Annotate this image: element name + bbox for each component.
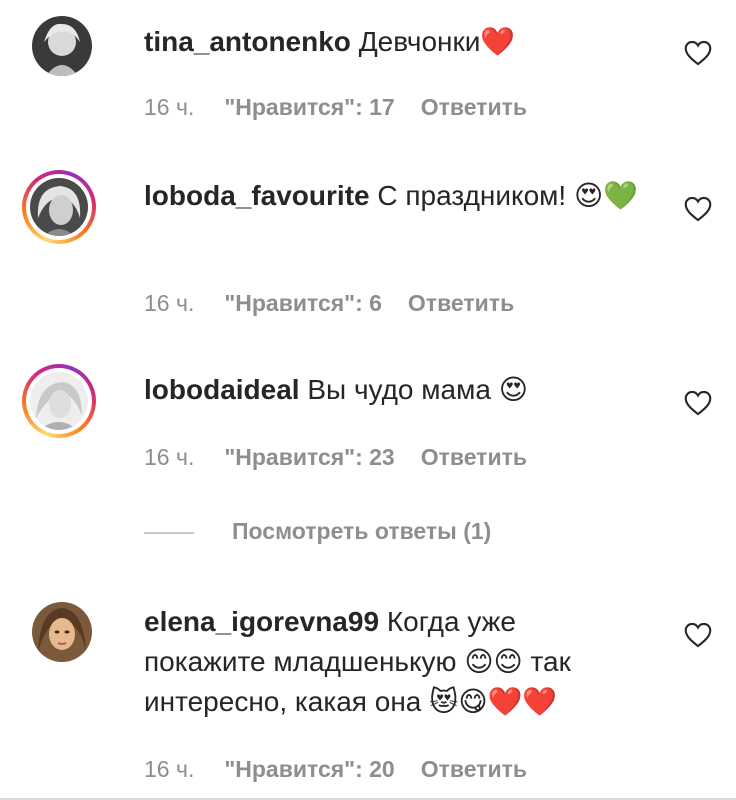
- reply-button[interactable]: Ответить: [421, 94, 527, 120]
- comment-likes[interactable]: "Нравится": 20: [224, 756, 394, 782]
- avatar[interactable]: [22, 170, 96, 244]
- comment-meta: 16 ч. "Нравится": 6 Ответить: [144, 290, 540, 317]
- avatar-image: [30, 372, 88, 430]
- avatar[interactable]: [22, 6, 96, 80]
- comment-meta: 16 ч. "Нравится": 20 Ответить: [144, 756, 553, 783]
- reply-button[interactable]: Ответить: [408, 290, 514, 316]
- comment-likes[interactable]: "Нравится": 6: [224, 290, 382, 316]
- reply-button[interactable]: Ответить: [421, 756, 527, 782]
- avatar-image: [32, 602, 92, 662]
- comment-time: 16 ч.: [144, 756, 195, 782]
- heart-outline-icon[interactable]: [684, 390, 712, 416]
- comment-body: tina_antonenko Девчонки❤️: [144, 22, 644, 62]
- view-replies-button[interactable]: Посмотреть ответы (1): [232, 518, 491, 545]
- avatar-image: [30, 178, 88, 236]
- heart-outline-icon[interactable]: [684, 40, 712, 66]
- heart-outline-icon[interactable]: [684, 196, 712, 222]
- comment-likes[interactable]: "Нравится": 23: [224, 444, 394, 470]
- comment-username[interactable]: lobodaideal: [144, 374, 300, 405]
- replies-divider: [144, 532, 194, 534]
- heart-outline-icon[interactable]: [684, 622, 712, 648]
- comment-text: С праздником! 😍💚: [377, 180, 639, 211]
- comment-time: 16 ч.: [144, 444, 195, 470]
- comment-meta: 16 ч. "Нравится": 23 Ответить: [144, 444, 553, 471]
- avatar-image: [32, 16, 92, 76]
- avatar[interactable]: [22, 592, 96, 666]
- comment-body: lobodaideal Вы чудо мама 😍: [144, 370, 644, 410]
- comment-text: Вы чудо мама 😍: [307, 374, 528, 405]
- reply-button[interactable]: Ответить: [421, 444, 527, 470]
- comment-body: elena_igorevna99 Когда уже покажите млад…: [144, 602, 644, 722]
- comment-time: 16 ч.: [144, 290, 195, 316]
- comment-text: Девчонки❤️: [358, 26, 516, 57]
- comment-likes[interactable]: "Нравится": 17: [224, 94, 394, 120]
- comment-username[interactable]: elena_igorevna99: [144, 606, 379, 637]
- avatar[interactable]: [22, 364, 96, 438]
- comment-username[interactable]: loboda_favourite: [144, 180, 370, 211]
- comment-time: 16 ч.: [144, 94, 195, 120]
- comment-body: loboda_favourite С праздником! 😍💚: [144, 176, 644, 216]
- comment-username[interactable]: tina_antonenko: [144, 26, 351, 57]
- comment-meta: 16 ч. "Нравится": 17 Ответить: [144, 94, 553, 121]
